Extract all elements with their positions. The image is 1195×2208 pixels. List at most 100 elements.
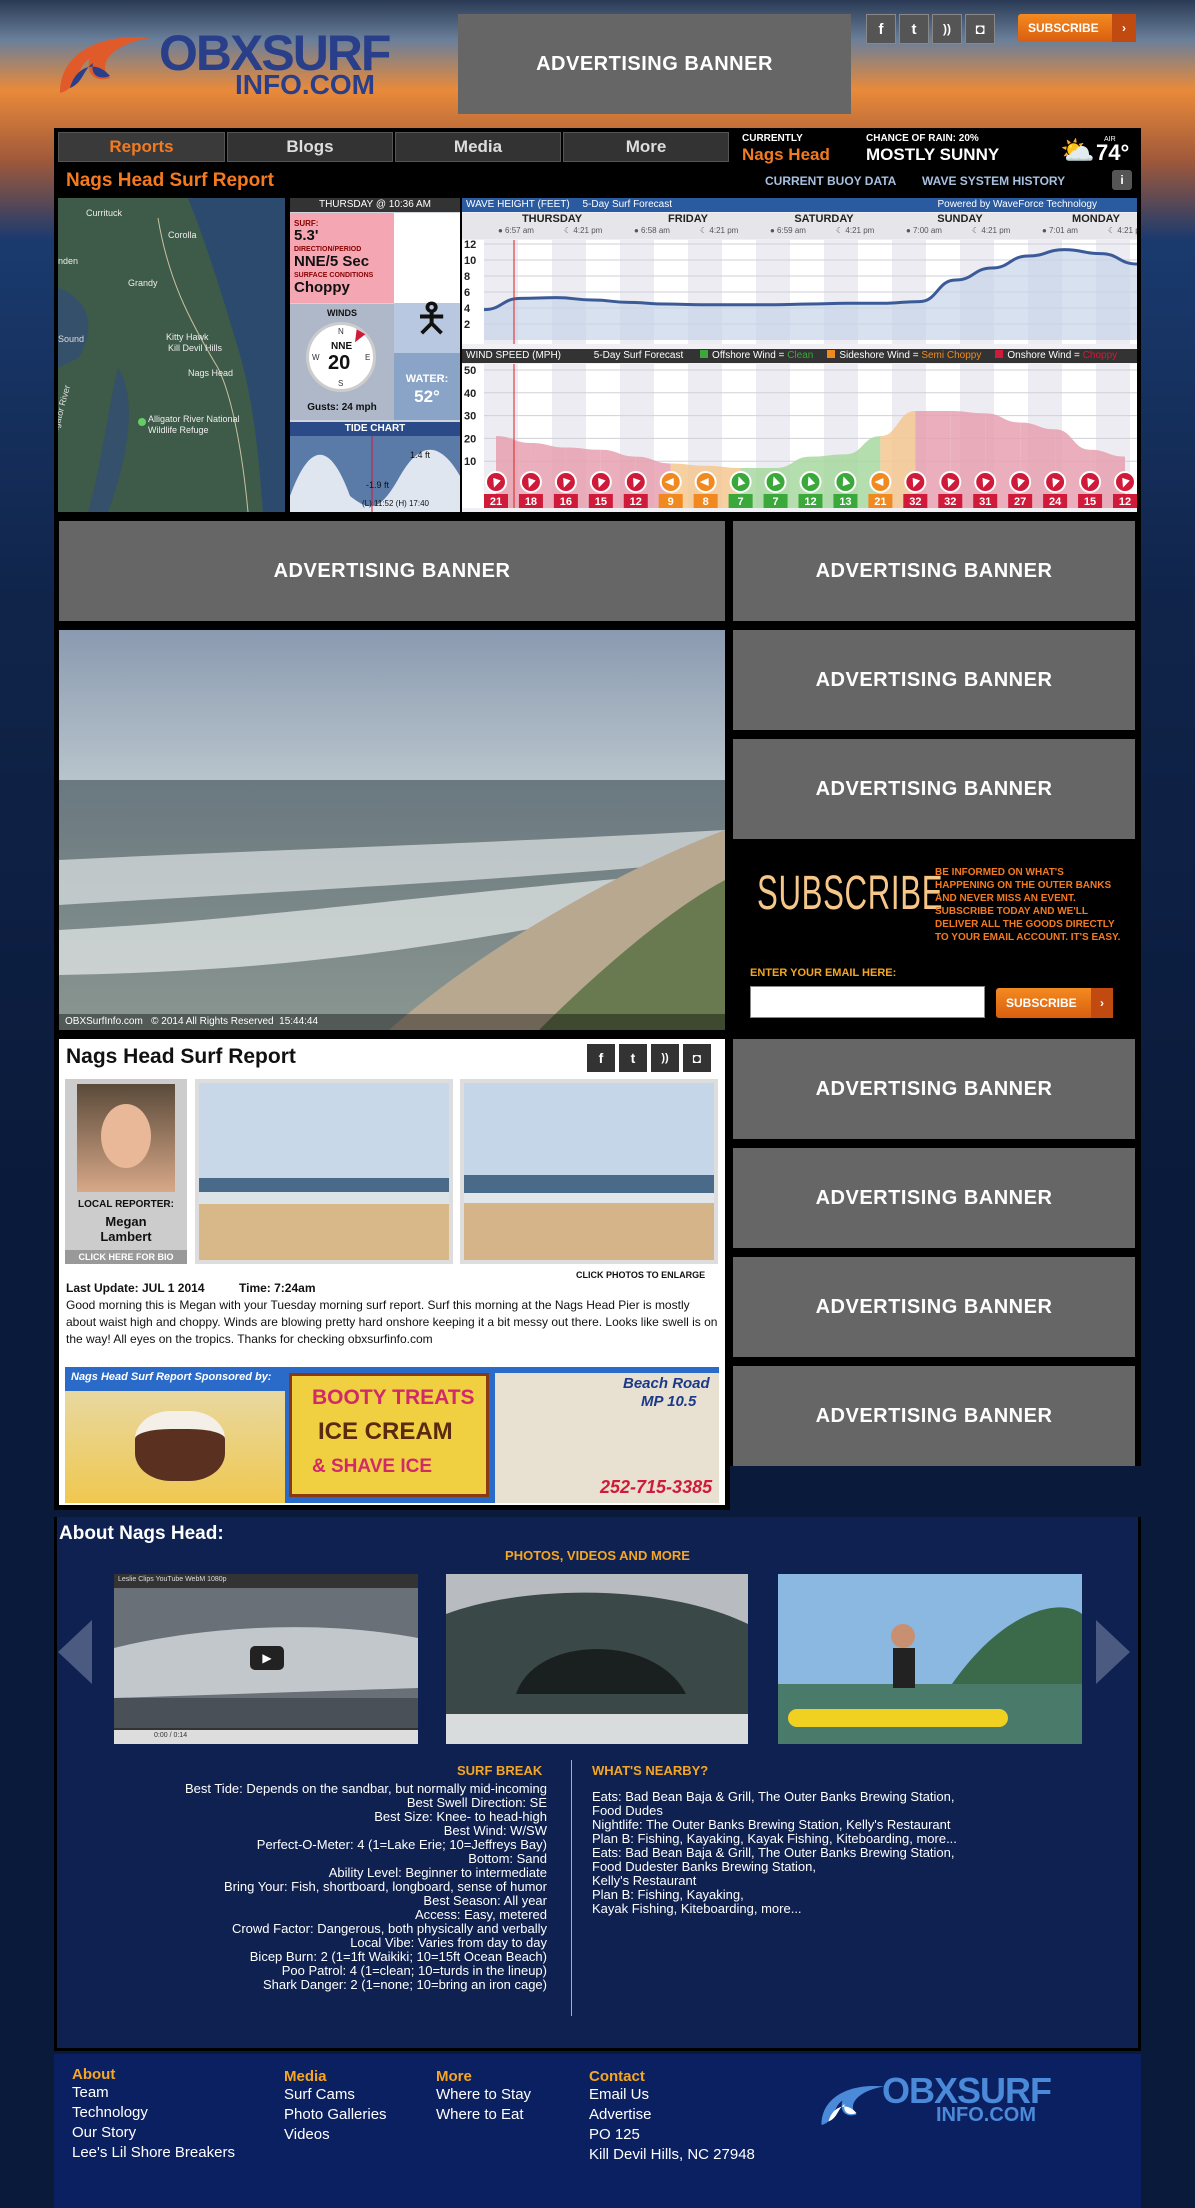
winds-label: WINDS — [327, 308, 357, 318]
area-map[interactable]: Currituck Corolla nden Grandy Sound Kitt… — [58, 198, 285, 512]
bio-link[interactable]: CLICK HERE FOR BIO — [65, 1250, 187, 1264]
wave-y-tick: 8 — [464, 271, 470, 283]
legend-entry: Sideshore Wind = Semi Choppy — [827, 350, 981, 361]
legend-swatch — [827, 350, 836, 358]
wave-y-tick: 12 — [464, 240, 476, 251]
ad-banner-right-7[interactable]: ADVERTISING BANNER — [733, 1366, 1135, 1466]
winds-box: WINDS N E S W NNE 20 Gusts: 24 mph — [290, 304, 394, 420]
legend-label: Onshore Wind = — [1007, 350, 1083, 361]
footer-link[interactable]: Email Us — [589, 2085, 799, 2105]
wind-compass: N E S W NNE 20 — [306, 322, 376, 392]
legend-swatch — [700, 350, 709, 358]
sunset-time: ☾ 4:21 pm — [972, 226, 1011, 235]
chevron-left-icon[interactable] — [58, 1620, 92, 1684]
wave-history-link[interactable]: WAVE SYSTEM HISTORY — [922, 174, 1065, 188]
surf-break-item: Poo Patrol: 4 (1=clean; 10=turds in the … — [281, 1963, 547, 1978]
facebook-icon[interactable]: f — [587, 1044, 615, 1072]
sponsor-logo-box: BOOTY TREATS ICE CREAM & SHAVE ICE — [289, 1373, 489, 1497]
play-icon[interactable]: ▶ — [250, 1646, 284, 1670]
footer-logo[interactable]: OBXSURF INFO.COM — [818, 2070, 1118, 2140]
about-photo-surfer[interactable] — [778, 1574, 1082, 1744]
instagram-icon[interactable]: ◘ — [683, 1044, 711, 1072]
facebook-icon[interactable]: f — [866, 14, 896, 44]
enlarge-note: CLICK PHOTOS TO ENLARGE — [576, 1270, 706, 1280]
wind-area-segment — [950, 411, 986, 508]
wave-logo-icon — [821, 2085, 885, 2125]
info-icon[interactable]: i — [1112, 170, 1132, 190]
header-subscribe-button[interactable]: SUBSCRIBE › — [1018, 14, 1136, 42]
wind-value-label: 32 — [944, 496, 956, 508]
ad-banner-right-6[interactable]: ADVERTISING BANNER — [733, 1257, 1135, 1357]
footer-column: Contact Email Us Advertise PO 125 Kill Devil… — [589, 2068, 799, 2165]
chevron-right-icon[interactable] — [1096, 1620, 1130, 1684]
water-box: WATER: 52° — [394, 353, 460, 420]
about-title: About Nags Head: — [59, 1523, 224, 1544]
surfer-scale: 🯅 — [394, 213, 460, 353]
nearby-item: Kelly's Restaurant — [592, 1873, 697, 1888]
footer-link[interactable]: Team — [72, 2083, 282, 2103]
footer-link[interactable]: Kill Devil Hills, NC 27948 — [589, 2145, 799, 2165]
day-header: SATURDAY ● 6:59 am ☾ 4:21 pm — [756, 213, 892, 239]
sponsor-phone: 252-715-3385 — [600, 1477, 713, 1497]
site-logo[interactable]: OBXSURF INFO.COM — [55, 28, 435, 100]
surf-cam[interactable]: OBXSurfInfo.com © 2014 All Rights Reserv… — [59, 630, 725, 1030]
map-label-kill-devil-hills: Kill Devil Hills — [168, 343, 223, 353]
instagram-icon[interactable]: ◘ — [965, 14, 995, 44]
about-video[interactable]: Leslie Clips YouTube WebM 1080p ▶ 0:00 /… — [114, 1574, 418, 1744]
footer-link[interactable]: Our Story — [72, 2123, 282, 2143]
tab-blogs[interactable]: Blogs — [227, 132, 393, 162]
map-label-refuge: Alligator River National Wildlife Refuge — [148, 414, 240, 435]
about-photo-wave[interactable] — [446, 1574, 748, 1744]
wind-value-label: 15 — [595, 496, 607, 508]
email-input[interactable] — [750, 986, 985, 1018]
video-title: Leslie Clips YouTube WebM 1080p — [118, 1576, 227, 1583]
footer-link[interactable]: Advertise — [589, 2105, 799, 2125]
surf-break-item: Best Season: All year — [423, 1893, 547, 1908]
reporter-card[interactable]: LOCAL REPORTER: Megan Lambert CLICK HERE… — [65, 1079, 187, 1264]
sponsor-road: Beach Road — [623, 1375, 710, 1392]
tab-more[interactable]: More — [563, 132, 729, 162]
nearby-item: Plan B: Fishing, Kayaking, — [592, 1887, 744, 1902]
rss-icon[interactable]: )) — [932, 14, 962, 44]
twitter-icon[interactable]: t — [619, 1044, 647, 1072]
buoy-data-link[interactable]: CURRENT BUOY DATA — [765, 174, 896, 188]
ad-banner-right-2[interactable]: ADVERTISING BANNER — [733, 630, 1135, 730]
report-photo-1[interactable] — [195, 1079, 453, 1264]
tab-reports[interactable]: Reports — [58, 132, 225, 162]
rss-icon[interactable]: )) — [651, 1044, 679, 1072]
wind-value-label: 15 — [1084, 496, 1096, 508]
reporter-last: Lambert — [100, 1229, 152, 1244]
map-label-nags-head: Nags Head — [188, 368, 234, 378]
logo-line2: INFO.COM — [235, 69, 375, 100]
subscribe-button[interactable]: SUBSCRIBE › — [996, 988, 1113, 1018]
ad-banner-right-5[interactable]: ADVERTISING BANNER — [733, 1148, 1135, 1248]
footer-column: About Team Technology Our Story Lee's Lil Sh… — [72, 2066, 282, 2163]
wind-area-segment — [915, 411, 951, 508]
ad-banner-right-4[interactable]: ADVERTISING BANNER — [733, 1039, 1135, 1139]
tab-media[interactable]: Media — [395, 132, 561, 162]
subscribe-title: SUBSCRIBE — [757, 867, 944, 920]
sponsor-name2: ICE CREAM — [318, 1418, 453, 1445]
ad-banner-wide[interactable]: ADVERTISING BANNER — [59, 521, 725, 621]
water-label: WATER: — [405, 373, 449, 385]
footer-link[interactable]: Technology — [72, 2103, 282, 2123]
header-ad-banner[interactable]: ADVERTISING BANNER — [458, 14, 851, 114]
last-update: Last Update: JUL 1 2014 — [66, 1281, 205, 1295]
surfer-photo — [778, 1574, 1082, 1744]
video-controls[interactable]: 0:00 / 0:14 — [114, 1730, 418, 1744]
report-photo-2[interactable] — [460, 1079, 718, 1264]
footer-link[interactable]: PO 125 — [589, 2125, 799, 2145]
ad-banner-right-3[interactable]: ADVERTISING BANNER — [733, 739, 1135, 839]
footer-link[interactable]: Videos — [284, 2125, 494, 2145]
wind-y-tick: 20 — [464, 433, 476, 445]
partly-sunny-icon: ⛅ — [1060, 135, 1095, 166]
footer-link[interactable]: Lee's Lil Shore Breakers — [72, 2143, 282, 2163]
surf-break-item: Bring Your: Fish, shortboard, longboard,… — [223, 1879, 547, 1894]
tide-low: -1.9 ft — [366, 480, 390, 490]
surf-break-list: Best Tide: Depends on the sandbar, but n… — [100, 1782, 547, 1992]
surf-box: SURF: 5.3' DIRECTION/PERIOD NNE/5 Sec SU… — [290, 213, 394, 303]
twitter-icon[interactable]: t — [899, 14, 929, 44]
ad-banner-right-1[interactable]: ADVERTISING BANNER — [733, 521, 1135, 621]
sponsor-banner[interactable]: Nags Head Surf Report Sponsored by: BOOT… — [65, 1367, 719, 1503]
tide-times: (L) 11:52 (H) 17:40 — [362, 499, 429, 508]
